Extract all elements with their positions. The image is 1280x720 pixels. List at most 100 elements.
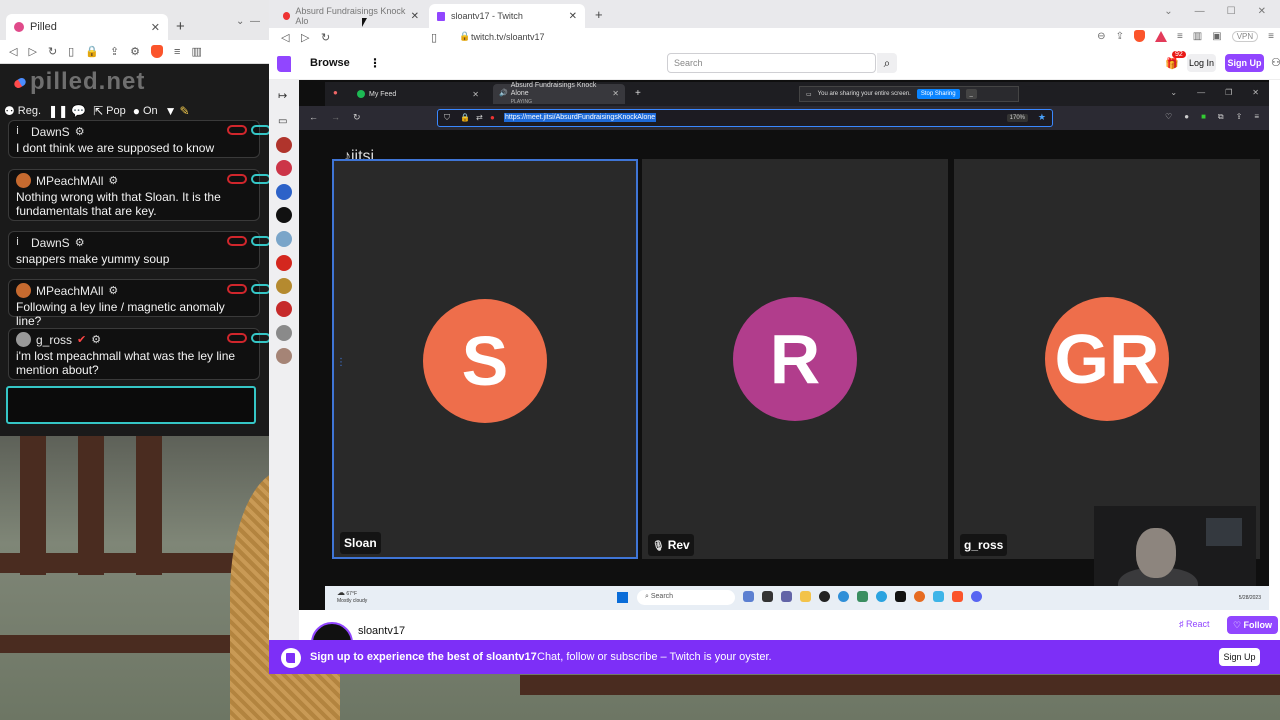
tab-absurd-fundraisings[interactable]: Absurd Fundraisings Knock Alo ✕ <box>275 4 427 28</box>
message-pills <box>227 236 269 246</box>
signup-button[interactable]: Sign Up <box>1225 54 1264 72</box>
channel-info-bar: sloantv17 ♯ React ♡ Follow <box>299 610 1280 664</box>
expand-arrow-icon[interactable]: ↦ <box>278 89 287 102</box>
popout-button[interactable]: ⇱ Pop <box>93 104 126 118</box>
grid-icon[interactable]: ⚙ <box>130 45 140 58</box>
login-button[interactable]: Log In <box>1187 54 1216 72</box>
banner-signup-button[interactable]: Sign Up <box>1219 648 1260 666</box>
filter-button[interactable]: ▼ ✎ <box>165 104 190 118</box>
channel-avatar[interactable] <box>276 348 292 364</box>
close-tab-icon[interactable]: ✕ <box>569 11 577 22</box>
close-tab-icon[interactable]: ✕ <box>411 11 419 22</box>
stop-sharing-button: Stop Sharing <box>916 89 960 99</box>
user-icon[interactable]: ⚇ <box>1271 56 1280 69</box>
chat-toggle-button[interactable]: ❚❚ 💬 <box>48 104 86 118</box>
lock-icon[interactable]: 🔒 <box>85 45 99 58</box>
minimize-icon[interactable]: — <box>250 16 260 27</box>
left-tab-pilled[interactable]: Pilled ✕ <box>6 14 168 40</box>
stream-video-player[interactable]: ● My Feed ✕ 🔊 Absurd Fundraisings Knock … <box>299 80 1269 610</box>
streamer-webcam-overlay <box>1094 506 1256 598</box>
brave-shield-icon[interactable] <box>1133 30 1145 42</box>
minimize-icon[interactable]: — <box>1195 6 1205 17</box>
forward-icon[interactable]: ▷ <box>28 45 36 58</box>
follow-button[interactable]: ♡ Follow <box>1227 616 1278 634</box>
pill-badge <box>251 125 269 135</box>
pills-on-button[interactable]: ● On <box>133 104 158 118</box>
reload-icon[interactable]: ↻ <box>321 31 330 44</box>
chat-message-list[interactable]: ⅰ DawnS ⚙ I dont think we are supposed to … <box>0 120 269 382</box>
gear-icon[interactable]: ⚙ <box>108 174 118 187</box>
zoom-icon[interactable]: ⊖ <box>1097 31 1105 42</box>
channel-avatar[interactable] <box>276 184 292 200</box>
back-icon[interactable]: ◁ <box>281 31 289 44</box>
brave-shield-icon[interactable] <box>151 45 164 58</box>
twitch-logo-icon[interactable] <box>277 56 291 72</box>
chat-username[interactable]: DawnS <box>31 236 70 250</box>
address-bar[interactable]: twitch.tv/sloantv17 <box>471 32 545 42</box>
star-icon: ★ <box>1037 112 1046 122</box>
back-icon[interactable]: ◁ <box>9 45 17 58</box>
chat-username[interactable]: MPeachMAll <box>36 174 103 188</box>
playlist-icon[interactable]: ≡ <box>1177 31 1183 42</box>
forward-icon[interactable]: ▷ <box>301 31 309 44</box>
channel-avatar[interactable] <box>276 231 292 247</box>
pilled-logo[interactable]: pilled.net <box>12 68 145 96</box>
share-icon[interactable]: ⇪ <box>110 45 119 58</box>
channel-avatar[interactable] <box>276 325 292 341</box>
tab-twitch[interactable]: sloantv17 - Twitch ✕ <box>429 4 585 28</box>
channel-avatar[interactable] <box>276 278 292 294</box>
chat-username[interactable]: DawnS <box>31 125 70 139</box>
chat-username[interactable]: MPeachMAll <box>36 284 103 298</box>
search-input[interactable]: Search <box>667 53 876 73</box>
browse-link[interactable]: Browse <box>310 57 350 69</box>
app-icon <box>743 591 754 602</box>
sidebar-icon[interactable]: ▥ <box>191 45 201 58</box>
channel-avatar[interactable] <box>276 301 292 317</box>
forward-icon: → <box>331 112 340 122</box>
search-icon[interactable]: ⌕ <box>877 53 897 73</box>
chat-input[interactable] <box>6 386 256 424</box>
gear-icon[interactable]: ⚙ <box>75 236 85 249</box>
new-tab-icon[interactable]: + <box>595 7 603 22</box>
chat-text: snappers make yummy soup <box>16 252 170 266</box>
participant-tile: S Sloan ⋮ <box>332 159 638 559</box>
close-tab-icon[interactable]: ✕ <box>151 21 160 34</box>
chevron-down-icon[interactable]: ⌄ <box>1164 6 1172 17</box>
channel-avatar[interactable] <box>276 160 292 176</box>
left-browser-window: Pilled ✕ + ⌄ — ◁ ▷ ↻ ▯ 🔒 ⇪ ⚙ ≡ ▥ pilled.… <box>0 0 269 436</box>
brave-rewards-icon[interactable] <box>1154 30 1167 42</box>
share-icon[interactable]: ⇪ <box>1116 31 1124 42</box>
channel-avatar[interactable] <box>276 207 292 223</box>
bookmark-icon[interactable]: ▯ <box>68 45 74 58</box>
reload-icon[interactable]: ↻ <box>48 45 57 58</box>
playlist-icon[interactable]: ≡ <box>174 46 180 58</box>
new-tab-icon[interactable]: + <box>176 18 185 35</box>
lock-icon: 🔒 <box>460 113 470 122</box>
gear-icon[interactable]: ⚙ <box>91 333 101 346</box>
gear-icon[interactable]: ⚙ <box>75 125 85 138</box>
lock-icon[interactable]: 🔒 <box>459 31 470 42</box>
gear-icon[interactable]: ⚙ <box>108 284 118 297</box>
channel-avatar[interactable] <box>276 137 292 153</box>
react-button[interactable]: ♯ React <box>1179 619 1210 629</box>
bookmark-icon[interactable]: ▯ <box>431 31 437 44</box>
banner-title: Sign up to experience the best of sloant… <box>310 651 537 663</box>
drag-handle-icon: ⋮ <box>336 357 346 368</box>
sidebar-icon[interactable]: ▥ <box>1193 31 1202 42</box>
maximize-icon[interactable]: ☐ <box>1227 6 1236 17</box>
chevron-down-icon[interactable]: ⌄ <box>236 16 244 27</box>
channel-avatar[interactable] <box>276 255 292 271</box>
channel-name[interactable]: sloantv17 <box>358 625 405 637</box>
close-window-icon[interactable]: ✕ <box>1258 6 1266 17</box>
notifications-icon[interactable]: 🎁 92 <box>1165 51 1186 70</box>
wallet-icon[interactable]: ▣ <box>1212 31 1221 42</box>
more-dots-icon[interactable]: ⋮ <box>369 56 381 70</box>
register-button[interactable]: ⚉ Reg. <box>4 104 41 118</box>
vpn-button[interactable]: VPN <box>1231 30 1259 42</box>
menu-icon[interactable]: ≡ <box>1268 31 1274 42</box>
user-avatar: ⅰ <box>16 236 20 248</box>
chat-username[interactable]: g_ross <box>36 333 72 347</box>
user-avatar: ⅰ <box>16 125 20 137</box>
cloud-icon: ☁ <box>337 588 345 597</box>
puzzle-icon: ⧉ <box>1217 112 1224 121</box>
